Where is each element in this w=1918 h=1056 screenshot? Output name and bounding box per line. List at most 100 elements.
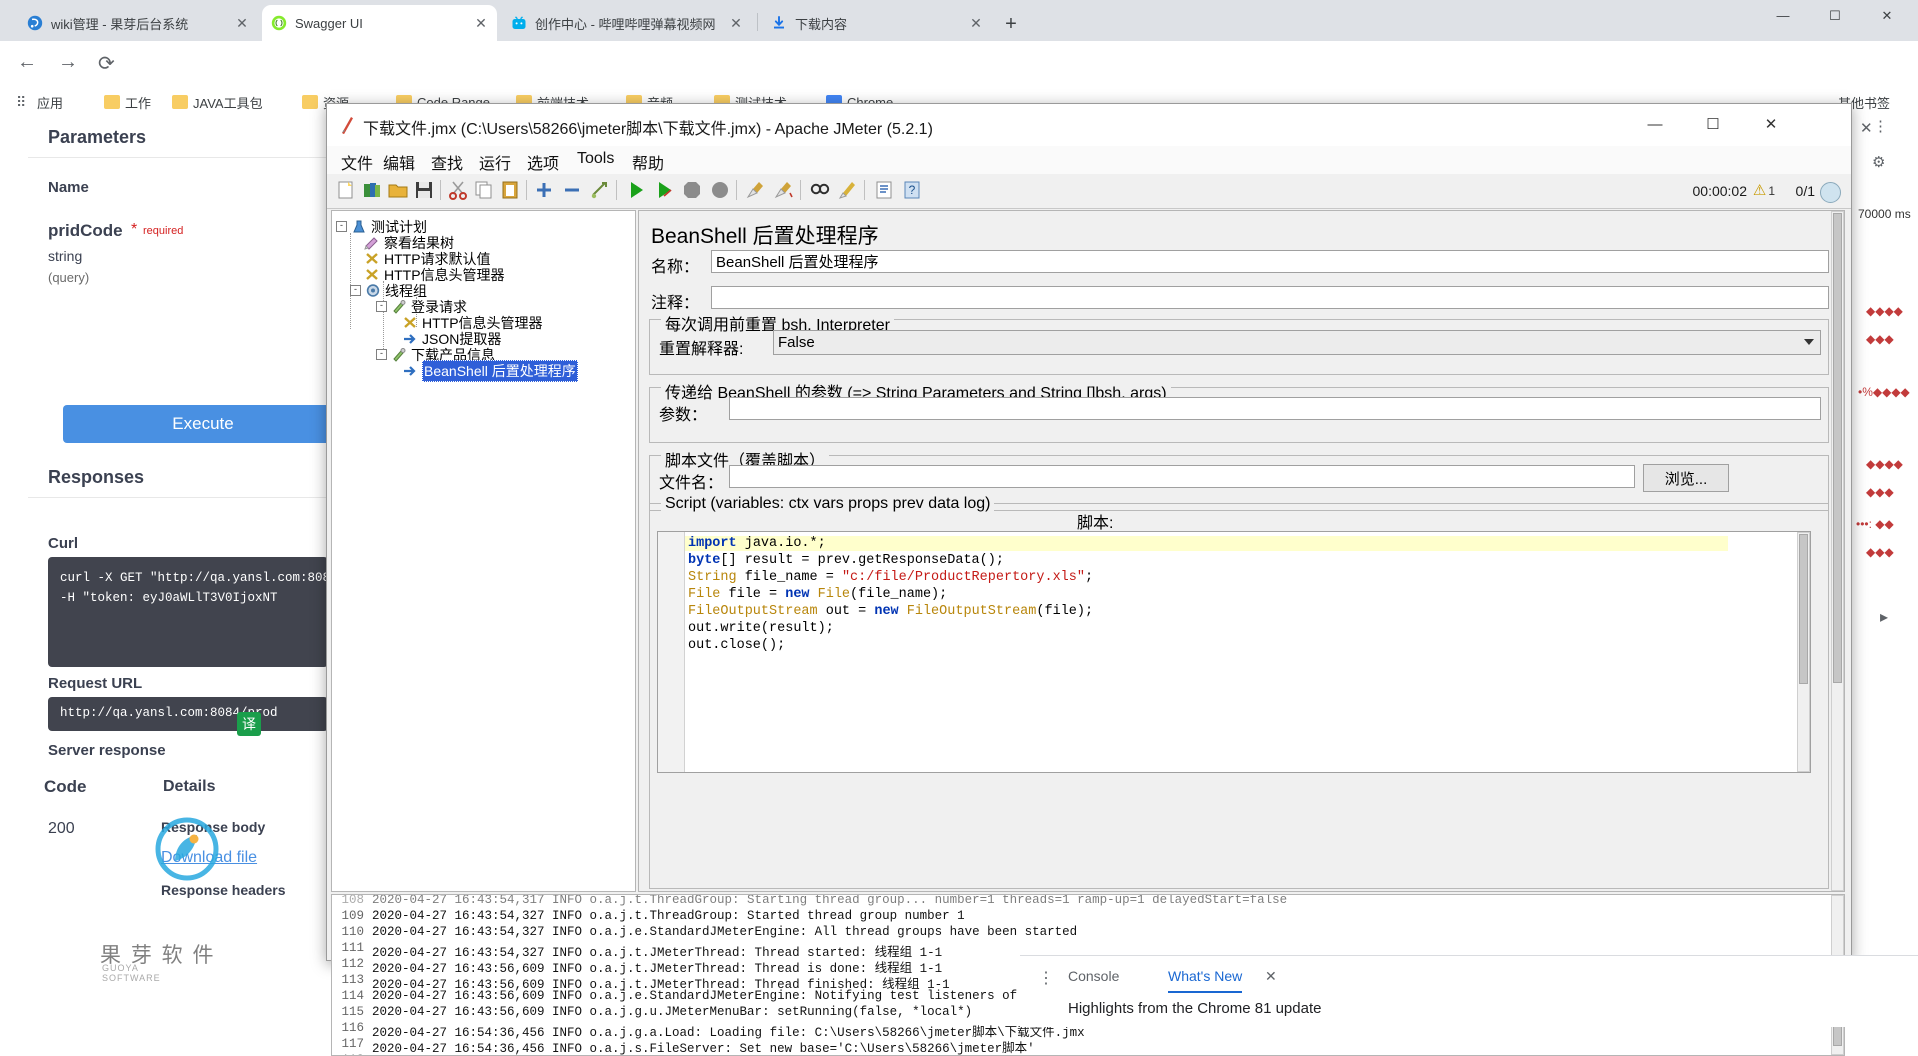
menu-help[interactable]: 帮助	[632, 150, 664, 174]
test-plan-tree[interactable]: - 测试计划 察看结果树 HTTP请求默认值 HTTP信息头管理器 - 线程组 …	[331, 210, 636, 892]
help-icon[interactable]: ?	[901, 179, 923, 201]
browser-tab-0[interactable]: wiki管理 - 果芽后台系统 ✕	[18, 5, 258, 41]
log-line-number: 112	[341, 957, 364, 971]
filename-input[interactable]	[729, 465, 1635, 488]
clear-icon[interactable]	[745, 179, 767, 201]
toolbar-separator-1	[440, 180, 441, 200]
menu-file[interactable]: 文件	[341, 150, 373, 174]
function-helper-icon[interactable]	[873, 179, 895, 201]
comment-input[interactable]	[711, 286, 1829, 309]
translate-badge-icon[interactable]: 译	[237, 712, 261, 736]
start-icon[interactable]	[625, 179, 647, 201]
menu-edit[interactable]: 编辑	[383, 150, 415, 174]
window-close-button[interactable]: ✕	[1864, 0, 1910, 32]
toolbar-separator-4	[736, 180, 737, 200]
tree-node-beanshell-postprocessor[interactable]: BeanShell 后置处理程序	[402, 359, 578, 382]
thread-group-icon	[365, 283, 382, 298]
clear-all-icon[interactable]	[773, 179, 795, 201]
param-name: pridCode	[48, 221, 123, 240]
shutdown-icon[interactable]	[709, 179, 731, 201]
bookmark-item-0[interactable]: ⠿ 应用	[16, 91, 63, 113]
panel-close-icon[interactable]: ✕	[1265, 968, 1277, 985]
code-line-6: out.write(result);	[688, 621, 834, 636]
bookmark-label: 应用	[37, 95, 64, 111]
menu-search[interactable]: 查找	[431, 150, 463, 174]
component-config-pane: BeanShell 后置处理程序 名称： BeanShell 后置处理程序 注释…	[638, 210, 1845, 892]
templates-icon[interactable]	[361, 179, 383, 201]
collapse-all-icon[interactable]	[561, 179, 583, 201]
warning-indicator-icon[interactable]: ⚠ 1	[1753, 181, 1775, 199]
tab-title: 创作中心 - 哔哩哔哩弹幕视频网	[535, 16, 716, 32]
http-sampler-icon	[391, 299, 408, 314]
new-tab-button[interactable]: +	[997, 11, 1025, 39]
start-no-pauses-icon[interactable]	[653, 179, 675, 201]
reload-icon[interactable]: ⟳	[98, 51, 115, 76]
code-line-3: String file_name = "c:/file/ProductReper…	[688, 570, 1094, 585]
execute-button[interactable]: Execute	[63, 405, 343, 443]
window-maximize-button[interactable]: ☐	[1812, 0, 1858, 32]
reset-interpreter-select[interactable]: False	[773, 330, 1821, 355]
tab-close-icon[interactable]: ✕	[234, 15, 250, 31]
copy-icon[interactable]	[473, 179, 495, 201]
tree-expander[interactable]: -	[350, 285, 361, 296]
globe-icon[interactable]	[1820, 182, 1841, 203]
jmeter-minimize-button[interactable]: ―	[1627, 104, 1683, 146]
code-line-2: byte[] result = prev.getResponseData();	[688, 553, 1004, 568]
tab-close-icon[interactable]: ✕	[473, 15, 489, 31]
menu-run[interactable]: 运行	[479, 150, 511, 174]
menu-options[interactable]: 选项	[527, 150, 559, 174]
browse-button[interactable]: 浏览...	[1643, 464, 1729, 492]
jmeter-close-button[interactable]: ✕	[1743, 104, 1799, 146]
pane-vertical-scrollbar[interactable]	[1831, 211, 1844, 891]
expand-all-icon[interactable]	[533, 179, 555, 201]
script-code-editor[interactable]: import java.io.*; byte[] result = prev.g…	[657, 531, 1811, 773]
browser-tab-1[interactable]: Swagger UI ✕	[262, 5, 497, 41]
stop-icon[interactable]	[681, 179, 703, 201]
jmeter-title-bar: 下载文件.jmx (C:\Users\58266\jmeter脚本\下载文件.j…	[327, 104, 1851, 147]
tab-strip: wiki管理 - 果芽后台系统 ✕ Swagger UI ✕ 创作中心 - 哔哩…	[0, 0, 1918, 41]
editor-scrollbar-thumb[interactable]	[1799, 534, 1808, 684]
browser-tab-2[interactable]: 创作中心 - 哔哩哔哩弹幕视频网 ✕	[502, 5, 752, 41]
editor-vertical-scrollbar[interactable]	[1797, 532, 1810, 772]
code-line-5: FileOutputStream out = new FileOutputStr…	[688, 604, 1094, 619]
panel-menu-icon[interactable]: ⋮	[1038, 968, 1054, 988]
tab-close-icon[interactable]: ✕	[728, 15, 744, 31]
forward-icon[interactable]: →	[58, 51, 78, 74]
pane-scrollbar-thumb[interactable]	[1833, 213, 1842, 683]
name-input[interactable]: BeanShell 后置处理程序	[711, 250, 1829, 273]
tree-expander[interactable]: -	[376, 349, 387, 360]
filename-label: 文件名：	[659, 475, 724, 492]
bookmark-item-1[interactable]: 工作	[104, 91, 151, 113]
chrome-browser-window: wiki管理 - 果芽后台系统 ✕ Swagger UI ✕ 创作中心 - 哔哩…	[0, 0, 1918, 1056]
bookmark-item-2[interactable]: JAVA工具包	[172, 91, 263, 113]
params-input[interactable]	[729, 397, 1821, 420]
sidebar-menu-icon[interactable]: ⋮	[1873, 117, 1888, 135]
paste-icon[interactable]	[499, 179, 521, 201]
tab-close-icon[interactable]: ✕	[968, 15, 984, 31]
log-line-number: 116	[341, 1021, 364, 1035]
menu-tools[interactable]: Tools	[577, 150, 614, 168]
browser-tab-3[interactable]: 下载内容 ✕	[762, 5, 992, 41]
tab-console[interactable]: Console	[1068, 968, 1119, 984]
cut-icon[interactable]	[447, 179, 469, 201]
tree-expander[interactable]: -	[336, 221, 347, 232]
back-icon[interactable]: ←	[17, 51, 37, 74]
sidebar-gear-icon[interactable]: ⚙	[1872, 153, 1885, 171]
new-icon[interactable]	[335, 179, 357, 201]
save-icon[interactable]	[413, 179, 435, 201]
window-minimize-button[interactable]: ―	[1760, 0, 1806, 32]
expand-arrow-icon[interactable]: ▸	[1880, 607, 1888, 627]
jmeter-maximize-button[interactable]: ☐	[1685, 104, 1741, 146]
tree-expander[interactable]: -	[376, 301, 387, 312]
tab-separator	[757, 13, 758, 31]
request-url-text: http://qa.yansl.com:8084/prod	[60, 706, 278, 720]
open-icon[interactable]	[387, 179, 409, 201]
sidebar-close-icon[interactable]: ✕	[1860, 119, 1873, 137]
tab-whats-new[interactable]: What's New	[1168, 968, 1243, 993]
search-icon[interactable]	[809, 179, 831, 201]
log-line-number: 110	[341, 925, 364, 939]
chevron-down-icon	[1804, 339, 1814, 345]
search-reset-icon[interactable]	[837, 179, 859, 201]
toggle-icon[interactable]	[589, 179, 611, 201]
header-manager-icon	[364, 267, 381, 282]
